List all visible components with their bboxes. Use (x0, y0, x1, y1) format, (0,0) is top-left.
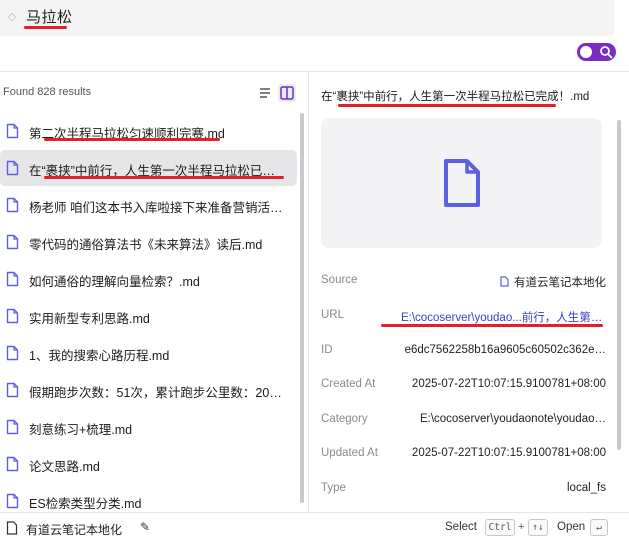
ctrl-key: Ctrl (485, 519, 515, 536)
search-icon: ◇ (7, 11, 17, 23)
file-icon (6, 493, 19, 509)
footer-source-name: 有道云笔记本地化 (26, 523, 123, 537)
detail-title: 在“裹挟”中前行，人生第一次半程马拉松已完成！.md (321, 91, 590, 103)
detail-url: URL E:\cocoserver\youdao...前行，人生第一次半程马拉松… (321, 306, 606, 326)
annotation-underline (44, 176, 284, 179)
category-value: E:\cocoserver\youdaonote\youdao… (419, 413, 606, 425)
file-icon (6, 123, 19, 139)
type-value: local_fs (567, 482, 606, 494)
url-link[interactable]: E:\cocoserver\youdao...前行，人生第一次半程马拉松已完成！… (401, 309, 606, 325)
list-item-label: 如何通俗的理解向量检索？.md (29, 275, 200, 289)
file-icon (6, 234, 19, 250)
file-icon (444, 159, 480, 207)
file-icon (6, 197, 19, 213)
file-icon (6, 419, 19, 435)
split-view-icon[interactable] (278, 84, 296, 102)
list-item-label: 杨老师 咱们这本书入库啦接下来准备营销活动吧.md (29, 201, 287, 215)
list-item-label: 刻意练习+梳理.md (29, 423, 133, 437)
select-label: Select (445, 521, 477, 533)
detail-updated: Updated At 2025-07-22T10:07:15.9100781+0… (321, 447, 606, 459)
source-value: 有道云笔记本地化 (514, 277, 606, 289)
updated-value: 2025-07-22T10:07:15.9100781+08:00 (411, 447, 606, 459)
search-icon (600, 46, 613, 59)
annotation-underline (24, 26, 67, 29)
toggle-knob (580, 46, 592, 58)
annotation-underline (338, 104, 556, 107)
footer-bar: 有道云笔记本地化 ✎ Select Ctrl + ↑↓ Open ↵ (0, 512, 629, 543)
list-item-label: 假期跑步次数：51次，累计跑步公里数：2025.md (29, 386, 287, 400)
open-label: Open (557, 521, 586, 533)
list-item[interactable]: 如何通俗的理解向量检索？.md (0, 261, 297, 297)
list-item[interactable]: 零代码的通俗算法书《未来算法》读后.md (0, 224, 297, 260)
pin-icon[interactable]: ✎ (140, 520, 150, 534)
search-mode-toggle[interactable] (577, 43, 616, 61)
id-value: e6dc7562258b16a9605c60502c362e… (404, 344, 606, 356)
results-count: Found 828 results (3, 86, 92, 98)
list-item[interactable]: 刻意练习+梳理.md (0, 409, 297, 445)
results-scrollbar[interactable] (300, 113, 304, 503)
plus-sign: + (518, 521, 525, 533)
list-item-label: 1、我的搜索心路历程.md (29, 349, 170, 363)
enter-key: ↵ (590, 519, 608, 536)
list-item-label: 零代码的通俗算法书《未来算法》读后.md (29, 238, 263, 252)
file-icon (6, 271, 19, 287)
list-item[interactable]: 实用新型专利思路.md (0, 298, 297, 334)
file-icon (6, 345, 19, 361)
list-item[interactable]: 假期跑步次数：51次，累计跑步公里数：2025.md (0, 372, 297, 408)
list-item-label: ES检索类型分类.md (29, 497, 142, 511)
search-input[interactable]: 马拉松 (26, 6, 73, 27)
detail-category: Category E:\cocoserver\youdaonote\youdao… (321, 413, 606, 425)
created-value: 2025-07-22T10:07:15.9100781+08:00 (411, 378, 606, 390)
detail-source: Source 有道云笔记本地化 (321, 274, 606, 289)
list-item[interactable]: 1、我的搜索心路历程.md (0, 335, 297, 371)
file-icon (500, 276, 509, 287)
list-item-label: 论文思路.md (29, 460, 100, 474)
list-item[interactable]: ES检索类型分类.md (0, 483, 297, 512)
annotation-underline (381, 324, 603, 327)
list-item[interactable]: 杨老师 咱们这本书入库啦接下来准备营销活动吧.md (0, 187, 297, 223)
list-item-selected[interactable]: 在“裹挟”中前行，人生第一次半程马拉松已完成！.md (0, 150, 297, 186)
list-item[interactable]: 论文思路.md (0, 446, 297, 482)
file-preview (321, 118, 602, 248)
list-view-icon[interactable] (256, 84, 274, 102)
file-icon (6, 160, 19, 176)
detail-panel: 在“裹挟”中前行，人生第一次半程马拉松已完成！.md Source 有道云笔记本… (309, 72, 621, 512)
list-item[interactable]: 第二次半程马拉松匀速顺利完赛.md (0, 113, 297, 149)
file-icon (6, 521, 18, 535)
search-bar[interactable]: ◇ 马拉松 (0, 0, 615, 36)
file-icon (6, 456, 19, 472)
file-icon (6, 382, 19, 398)
detail-type: Type local_fs (321, 482, 606, 494)
annotation-underline (44, 138, 220, 141)
detail-id: ID e6dc7562258b16a9605c60502c362e… (321, 344, 606, 356)
detail-scrollbar[interactable] (617, 120, 621, 450)
list-item-label: 实用新型专利思路.md (29, 312, 150, 326)
arrows-key: ↑↓ (528, 519, 548, 536)
file-icon (6, 308, 19, 324)
detail-created: Created At 2025-07-22T10:07:15.9100781+0… (321, 378, 606, 390)
